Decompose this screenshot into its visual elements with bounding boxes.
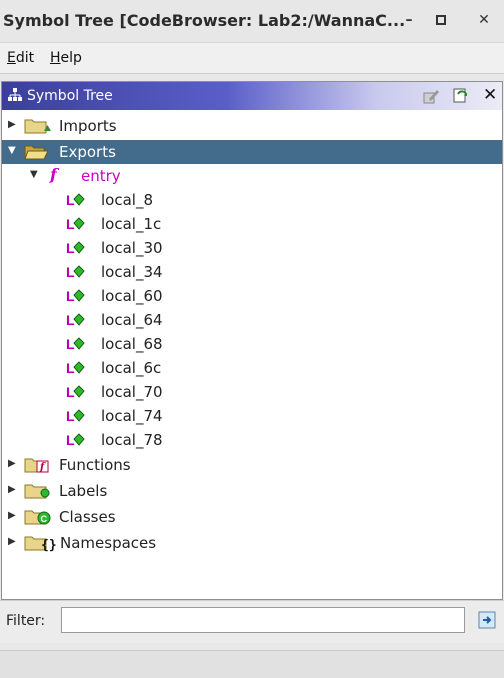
svg-text:L: L <box>66 336 75 352</box>
maximize-button[interactable] <box>429 9 453 31</box>
tree-node-local[interactable]: L local_64 <box>2 308 502 332</box>
filter-bar: Filter: <box>0 600 504 643</box>
tree-node-local[interactable]: L local_1c <box>2 212 502 236</box>
tree-label-functions: Functions <box>59 456 131 474</box>
window-title: Symbol Tree [CodeBrowser: Lab2:/WannaC..… <box>3 11 406 30</box>
tree-node-local[interactable]: L local_60 <box>2 284 502 308</box>
tree-label-local: local_70 <box>101 383 163 401</box>
tree-label-local: local_74 <box>101 407 163 425</box>
window-titlebar[interactable]: Symbol Tree [CodeBrowser: Lab2:/WannaC..… <box>0 0 504 43</box>
svg-text:L: L <box>66 384 75 400</box>
tree-label-labels: Labels <box>59 482 108 500</box>
local-variable-icon: L <box>66 312 85 328</box>
svg-text:L: L <box>66 408 75 424</box>
panel-header: Symbol Tree ✕ <box>2 82 502 110</box>
filter-label: Filter: <box>6 613 46 629</box>
local-variable-icon: L <box>66 192 85 208</box>
symbol-tree-panel: Symbol Tree ✕ ▶ Imports ▼ Exports ▼ f en… <box>1 81 503 600</box>
functions-folder-icon: f <box>24 458 49 473</box>
local-variable-icon: L <box>66 384 85 400</box>
tree-node-local[interactable]: L local_78 <box>2 428 502 452</box>
tree-node-exports[interactable]: ▼ Exports <box>2 140 502 164</box>
expand-icon[interactable]: ▶ <box>8 119 16 130</box>
expand-icon[interactable]: ▶ <box>8 510 16 521</box>
menu-edit[interactable]: Edit <box>7 50 34 66</box>
local-variable-icon: L <box>66 336 85 352</box>
svg-text:L: L <box>66 192 75 208</box>
tree-label-local: local_30 <box>101 239 163 257</box>
tree-node-local[interactable]: L local_70 <box>2 380 502 404</box>
menu-bar: Edit Help <box>0 43 504 74</box>
menu-edit-mnemonic: E <box>7 50 16 66</box>
expand-icon[interactable]: ▶ <box>8 484 16 495</box>
filter-input[interactable] <box>61 607 465 633</box>
refresh-icon[interactable] <box>452 87 470 105</box>
svg-text:C: C <box>41 514 48 524</box>
maximize-icon <box>436 15 446 25</box>
menu-help-label: elp <box>60 50 82 66</box>
expand-icon[interactable]: ▶ <box>8 536 16 547</box>
imports-folder-icon <box>24 119 51 134</box>
svg-text:L: L <box>66 216 75 232</box>
tree-node-local[interactable]: L local_30 <box>2 236 502 260</box>
tree-node-classes[interactable]: ▶ C Classes <box>2 505 502 529</box>
tree-label-entry: entry <box>81 167 121 185</box>
tree-label-local: local_34 <box>101 263 163 281</box>
svg-text:L: L <box>66 360 75 376</box>
edit-icon[interactable] <box>422 87 440 105</box>
tree-label-local: local_8 <box>101 191 153 209</box>
local-variable-icon: L <box>66 408 85 424</box>
tree-node-local[interactable]: L local_8 <box>2 188 502 212</box>
minimize-button[interactable]: – <box>397 9 421 31</box>
tree-label-local: local_60 <box>101 287 163 305</box>
svg-text:L: L <box>66 264 75 280</box>
classes-folder-icon: C <box>24 510 51 525</box>
tree-label-local: local_1c <box>101 215 162 233</box>
local-variable-icon: L <box>66 264 85 280</box>
tree-node-namespaces[interactable]: ▶ {} Namespaces <box>2 531 502 555</box>
menu-help[interactable]: Help <box>50 50 82 66</box>
panel-title: Symbol Tree <box>27 88 113 104</box>
tree-node-labels[interactable]: ▶ Labels <box>2 479 502 503</box>
tree-label-imports: Imports <box>59 117 117 135</box>
collapse-icon[interactable]: ▼ <box>8 145 16 156</box>
svg-text:L: L <box>66 240 75 256</box>
menu-help-mnemonic: H <box>50 50 61 66</box>
local-variable-icon: L <box>66 216 85 232</box>
collapse-icon[interactable]: ▼ <box>30 169 38 180</box>
exports-folder-open-icon <box>24 145 49 160</box>
tree-label-local: local_64 <box>101 311 163 329</box>
labels-folder-icon <box>24 484 50 499</box>
tree-node-functions[interactable]: ▶ f Functions <box>2 453 502 477</box>
tree-node-local[interactable]: L local_6c <box>2 356 502 380</box>
namespaces-folder-icon: {} <box>24 536 57 552</box>
tree-label-namespaces: Namespaces <box>60 534 157 552</box>
svg-text:L: L <box>66 312 75 328</box>
local-variable-icon: L <box>66 240 85 256</box>
status-bar <box>0 650 504 678</box>
tree-node-local[interactable]: L local_68 <box>2 332 502 356</box>
function-icon: f <box>50 165 57 184</box>
close-panel-button[interactable]: ✕ <box>483 85 497 105</box>
close-window-button[interactable]: ✕ <box>472 9 496 31</box>
tree-label-local: local_68 <box>101 335 163 353</box>
local-variable-icon: L <box>66 288 85 304</box>
symbol-tree-icon <box>8 88 22 101</box>
tree-label-exports: Exports <box>59 143 116 161</box>
clear-filter-icon[interactable] <box>478 610 498 630</box>
tree-label-local: local_6c <box>101 359 162 377</box>
svg-text:L: L <box>66 432 75 448</box>
tree-node-local[interactable]: L local_34 <box>2 260 502 284</box>
tree-node-entry[interactable]: ▼ f entry <box>2 164 502 188</box>
tree-label-local: local_78 <box>101 431 163 449</box>
local-variable-icon: L <box>66 432 85 448</box>
expand-icon[interactable]: ▶ <box>8 458 16 469</box>
local-variable-icon: L <box>66 360 85 376</box>
tree-node-local[interactable]: L local_74 <box>2 404 502 428</box>
svg-text:L: L <box>66 288 75 304</box>
svg-text:{}: {} <box>41 538 57 552</box>
menu-edit-label: dit <box>15 50 35 66</box>
tree-node-imports[interactable]: ▶ Imports <box>2 114 502 138</box>
tree-label-classes: Classes <box>59 508 116 526</box>
